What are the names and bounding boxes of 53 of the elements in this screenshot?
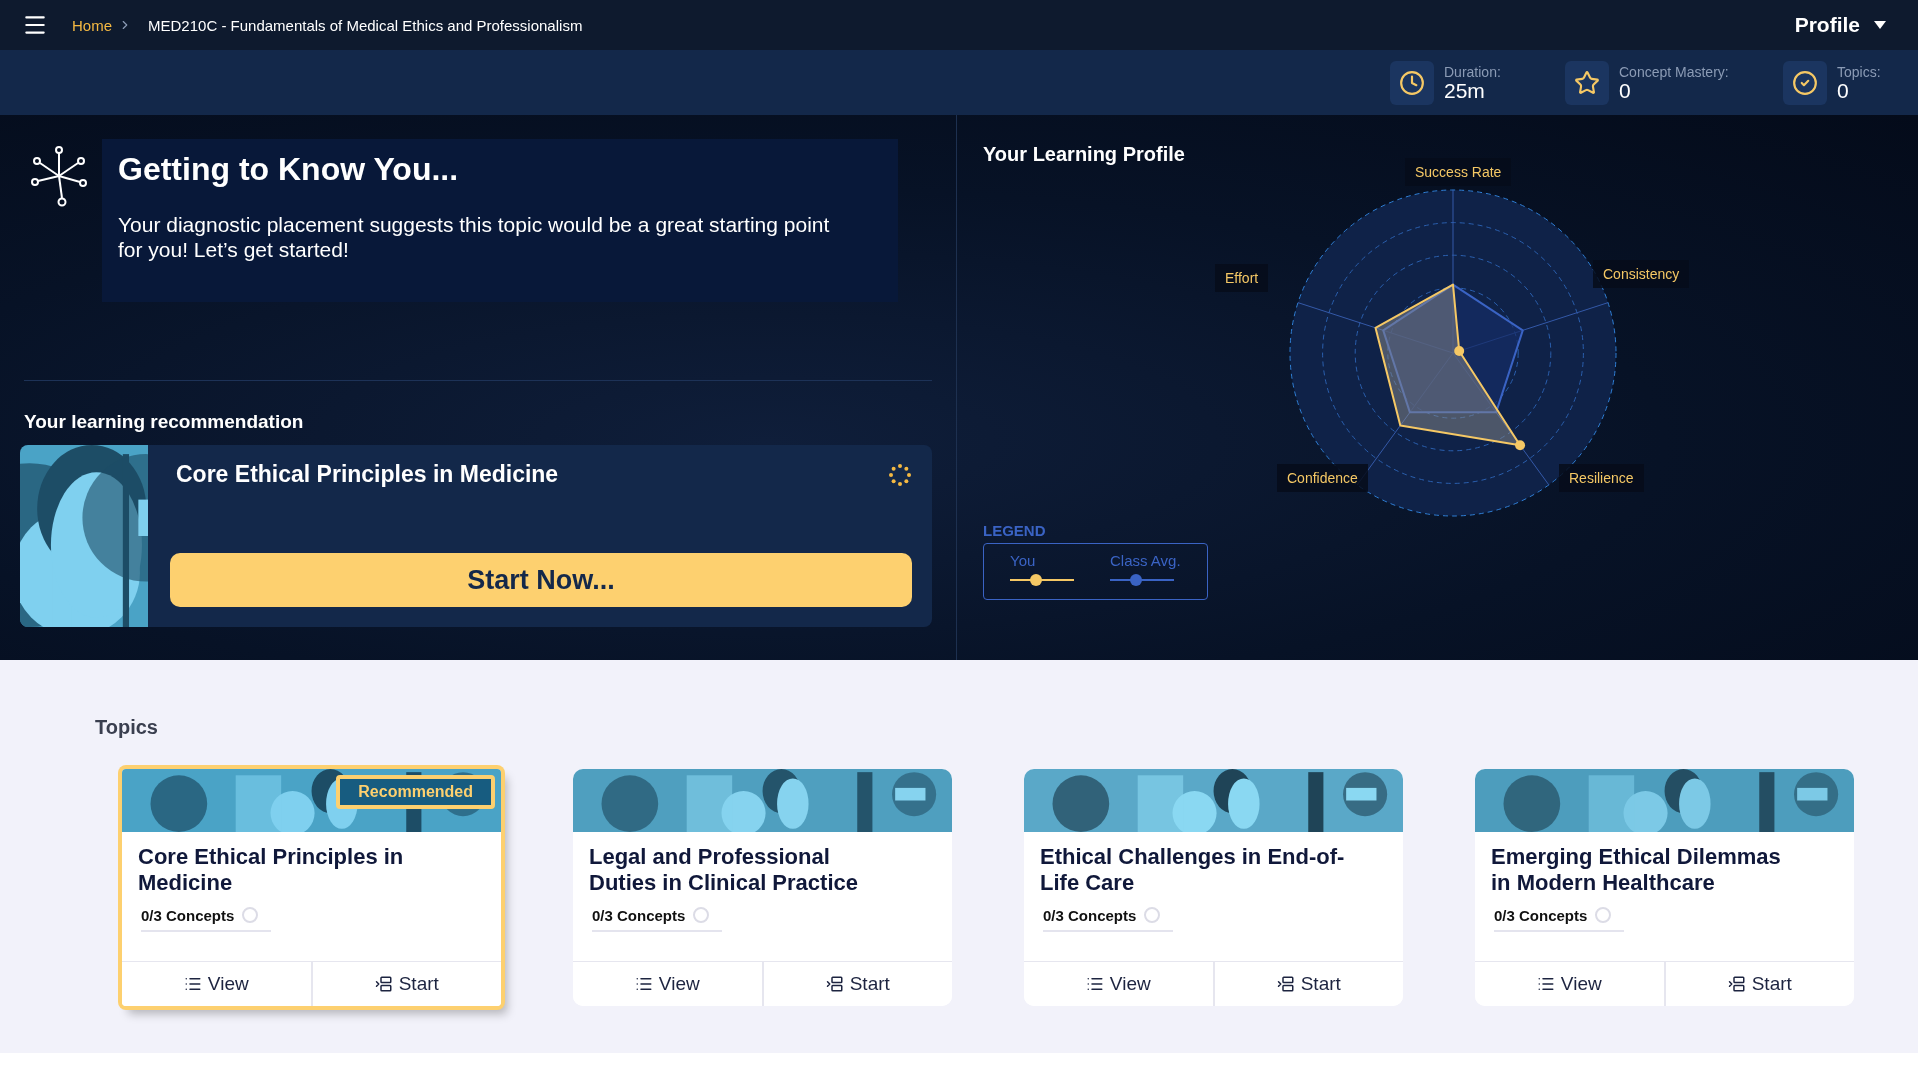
- list-icon: [1536, 975, 1555, 993]
- legend-label: You: [1010, 552, 1037, 569]
- rows-icon: [374, 975, 393, 993]
- progress-ring-icon: [242, 907, 259, 924]
- data-point: [1515, 440, 1526, 451]
- start-button[interactable]: Start: [310, 962, 501, 1006]
- intro-text: Your diagnostic placement suggests this topic would be a great starting point for you! Let’s get started!: [118, 212, 831, 263]
- progress-ring-icon: [1144, 907, 1161, 924]
- start-now-button[interactable]: Start Now...: [170, 553, 912, 608]
- list-icon: [634, 975, 653, 993]
- axis-label: Resilience: [1559, 464, 1644, 492]
- rows-icon: [1276, 975, 1295, 993]
- axis-label: Confidence: [1277, 464, 1368, 492]
- panel-title: Your Learning Profile: [983, 143, 1186, 166]
- stat-value: 0: [1619, 80, 1631, 101]
- concepts-count: 0/3 Concepts: [1043, 906, 1137, 924]
- progress-ring-icon: [1595, 907, 1612, 924]
- concepts-count: 0/3 Concepts: [592, 906, 686, 924]
- network-icon: [28, 145, 90, 207]
- concepts-count: 0/3 Concepts: [1494, 906, 1588, 924]
- topic-title: Ethical Challenges in End-of-Life Care: [1040, 844, 1346, 897]
- stat-value: 25m: [1444, 80, 1486, 101]
- view-button[interactable]: View: [122, 962, 311, 1006]
- stat-label: Concept Mastery:: [1619, 64, 1729, 80]
- stat-label: Topics:: [1837, 64, 1881, 80]
- recommended-badge: Recommended: [336, 775, 495, 809]
- stat-label: Duration:: [1444, 64, 1501, 80]
- caret-icon: [1874, 21, 1886, 29]
- clock-icon: [1390, 60, 1434, 105]
- loading-icon: [888, 462, 912, 487]
- breadcrumb-link[interactable]: Home: [72, 16, 112, 34]
- section-heading: Topics: [95, 716, 159, 739]
- stat-value: 0: [1837, 80, 1849, 101]
- progress-ring-icon: [693, 907, 710, 924]
- data-point: [1454, 346, 1465, 356]
- axis-label: Success Rate: [1405, 158, 1512, 186]
- axis-label: Effort: [1215, 264, 1269, 292]
- list-icon: [183, 975, 202, 993]
- intro-title: Getting to Know You...: [118, 151, 460, 188]
- concepts-count: 0/3 Concepts: [141, 906, 235, 924]
- topic-title: Core Ethical Principles in Medicine: [138, 844, 405, 897]
- legend-title: LEGEND: [983, 522, 1047, 539]
- rows-icon: [1727, 975, 1746, 993]
- section-heading: Your learning recommendation: [24, 411, 305, 434]
- recommendation-title: Core Ethical Principles in Medicine: [176, 461, 559, 489]
- topic-title: Legal and Professional Duties in Clinical Practice: [589, 844, 859, 897]
- topic-title: Emerging Ethical Dilemmas in Modern Healthcare: [1491, 844, 1782, 897]
- legend-label: Class Avg.: [1110, 552, 1181, 569]
- axis-label: Consistency: [1593, 260, 1690, 288]
- profile-button[interactable]: Profile: [1784, 13, 1896, 37]
- breadcrumb-current: MED210C - Fundamentals of Medical Ethics and Professionalism: [148, 16, 583, 34]
- list-icon: [1085, 975, 1104, 993]
- rows-icon: [825, 975, 844, 993]
